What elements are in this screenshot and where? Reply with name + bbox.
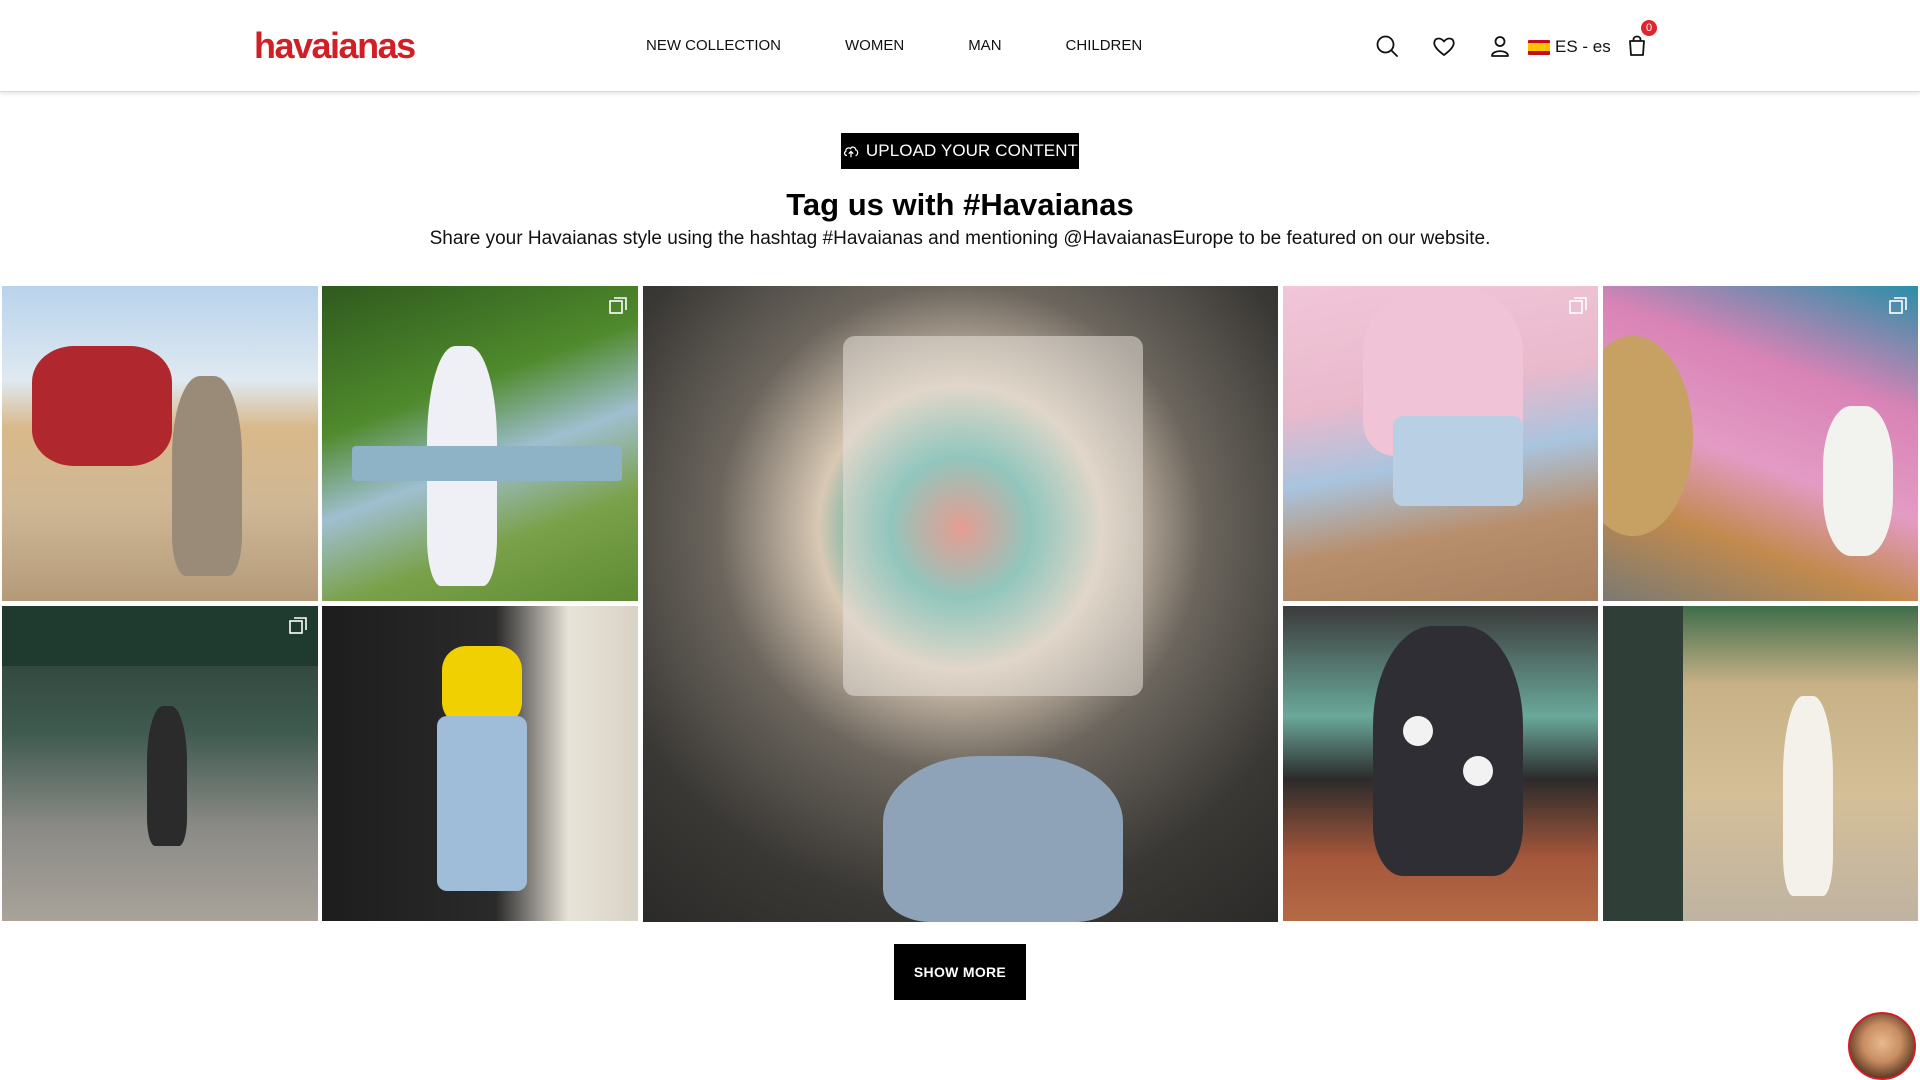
- gallery-photo-towel-flatlay[interactable]: [1603, 286, 1918, 601]
- gallery-photo-graffiti-wall[interactable]: [1283, 606, 1598, 921]
- show-more-button[interactable]: SHOW MORE: [894, 944, 1026, 1000]
- gallery-photo-bench[interactable]: [322, 286, 638, 601]
- gallery-photo-brazil-jersey[interactable]: [322, 606, 638, 921]
- photo-subject: [1463, 756, 1493, 786]
- photo-subject: [437, 716, 527, 891]
- language-selector[interactable]: ES - es: [1528, 36, 1611, 58]
- cart-count-badge: 0: [1641, 20, 1657, 36]
- heart-icon[interactable]: [1431, 33, 1457, 59]
- nav-man[interactable]: MAN: [968, 36, 1001, 56]
- photo-subject: [843, 336, 1143, 696]
- user-icon[interactable]: [1487, 33, 1513, 59]
- multiple-images-icon: [1889, 297, 1907, 314]
- bag-icon[interactable]: [1624, 32, 1650, 58]
- photo-subject: [1403, 716, 1433, 746]
- photo-subject: [1783, 696, 1833, 896]
- nav-new-collection[interactable]: NEW COLLECTION: [646, 36, 781, 56]
- search-icon[interactable]: [1374, 33, 1400, 59]
- photo-subject: [442, 646, 522, 726]
- multiple-images-icon: [609, 297, 627, 314]
- section-subtitle: Share your Havaianas style using the has…: [429, 228, 1491, 249]
- nav-women[interactable]: WOMEN: [845, 36, 904, 56]
- site-header: havaianas NEW COLLECTION WOMEN MAN CHILD…: [0, 0, 1920, 92]
- multiple-images-icon: [289, 617, 307, 634]
- photo-subject: [147, 706, 187, 846]
- language-label: ES - es: [1555, 37, 1611, 56]
- photo-subject: [172, 376, 242, 576]
- photo-subject: [883, 756, 1123, 922]
- chat-assistant-avatar[interactable]: [1848, 1012, 1916, 1080]
- spain-flag-icon: [1528, 39, 1550, 55]
- main-nav: NEW COLLECTION WOMEN MAN CHILDREN: [646, 36, 1142, 56]
- upload-content-label: UPLOAD YOUR CONTENT: [865, 141, 1079, 160]
- photo-subject: [2, 606, 318, 666]
- gallery-photo-stone-wall[interactable]: [1603, 606, 1918, 921]
- photo-subject: [32, 346, 172, 466]
- photo-subject: [1373, 626, 1523, 876]
- gallery-photo-pyramids-camel[interactable]: [2, 286, 318, 601]
- photo-subject: [1603, 336, 1693, 536]
- cloud-upload-icon: [843, 146, 859, 158]
- photo-subject: [352, 446, 622, 481]
- gallery-photo-beach-outfit[interactable]: [1283, 286, 1598, 601]
- havaianas-logo[interactable]: havaianas: [254, 26, 416, 66]
- nav-children[interactable]: CHILDREN: [1066, 36, 1143, 56]
- gallery-photo-bookshop-street[interactable]: [2, 606, 318, 921]
- multiple-images-icon: [1569, 297, 1587, 314]
- photo-subject: [1823, 406, 1893, 556]
- photo-subject: [1603, 606, 1683, 921]
- photo-subject: [1393, 416, 1523, 506]
- gallery-photo-paint-palette[interactable]: [643, 286, 1278, 922]
- section-title: Tag us with #Havaianas: [786, 187, 1134, 222]
- upload-content-button[interactable]: UPLOAD YOUR CONTENT: [841, 133, 1079, 169]
